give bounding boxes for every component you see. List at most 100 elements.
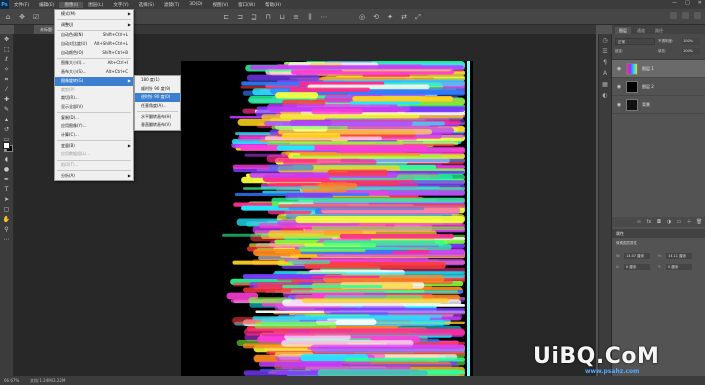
visibility-eye-icon[interactable]: ◉ <box>615 66 623 72</box>
move-tool-icon[interactable]: ✥ <box>18 13 26 21</box>
image-menu-item[interactable]: 画布大小(S)... Alt+Ctrl+C <box>55 68 133 77</box>
image-menu-item[interactable]: 调整(J) ▶ <box>55 21 133 30</box>
brush-tool-icon[interactable]: ✎ <box>2 105 11 114</box>
image-menu-item[interactable]: 分析(A) ▶ <box>55 172 133 181</box>
image-menu-item[interactable]: 自动颜色(O) Shift+Ctrl+B <box>55 49 133 58</box>
height-field[interactable]: 14.11 厘米 <box>666 253 692 259</box>
layer-row[interactable]: ◉ 背景 <box>612 96 705 114</box>
character-icon[interactable]: A <box>601 70 609 78</box>
align-middle-icon[interactable]: ⊔ <box>278 13 286 21</box>
share-icon[interactable] <box>694 12 701 19</box>
foreground-color-swatch[interactable] <box>3 142 10 149</box>
more-tools-icon[interactable]: ⋯ <box>2 235 11 244</box>
dodge-tool-icon[interactable]: ● <box>2 165 11 174</box>
3d-scale-icon[interactable]: ⤢ <box>414 13 422 21</box>
document-info[interactable]: 文档:1.24M/3.22M <box>30 378 65 383</box>
menu-6[interactable]: 滤镜(T) <box>159 2 184 8</box>
tab-channels[interactable]: 通道 <box>633 27 649 34</box>
home-icon[interactable]: ⌂ <box>4 13 12 21</box>
distribute-icon[interactable]: ≡ <box>292 13 300 21</box>
zoom-level[interactable]: 66.67% <box>4 376 19 385</box>
crop-tool-icon[interactable]: ⌗ <box>2 75 11 84</box>
eyedropper-icon[interactable]: ⁄ <box>2 85 11 94</box>
hand-tool-icon[interactable]: ✋ <box>2 215 11 224</box>
lasso-tool-icon[interactable]: ℓ <box>2 55 11 64</box>
3d-drag-icon[interactable]: ✦ <box>386 13 394 21</box>
align-left-icon[interactable]: ⊏ <box>222 13 230 21</box>
rotation-menu-item[interactable]: 180 度(1) <box>135 76 180 85</box>
menu-1[interactable]: 编辑(E) <box>34 2 59 8</box>
fill-field[interactable]: 100% <box>682 48 700 55</box>
search-icon[interactable] <box>670 12 677 19</box>
image-menu-item[interactable]: 变量(B) ▶ <box>55 142 133 151</box>
image-menu-item[interactable]: 图像旋转(G) ▶ <box>55 76 133 86</box>
y-field[interactable]: 0 厘米 <box>666 264 692 270</box>
menu-5[interactable]: 选择(S) <box>134 2 159 8</box>
zoom-tool-icon[interactable]: ⚲ <box>2 225 11 234</box>
pen-tool-icon[interactable]: ✒ <box>2 175 11 184</box>
new-group-icon[interactable]: ▭ <box>676 219 682 225</box>
layer-name[interactable]: 背景 <box>642 102 650 108</box>
menu-2[interactable]: 图像(I) <box>59 1 84 8</box>
auto-select-checkbox[interactable]: ☑ <box>32 13 40 21</box>
3d-roll-icon[interactable]: ⟲ <box>372 13 380 21</box>
adjustments-icon[interactable]: ◐ <box>601 92 609 100</box>
document-canvas[interactable] <box>181 61 473 385</box>
visibility-eye-icon[interactable]: ◉ <box>615 84 623 90</box>
adjustment-layer-icon[interactable]: ◑ <box>666 219 672 225</box>
shape-tool-icon[interactable]: ▢ <box>2 205 11 214</box>
image-menu-item[interactable]: 计算(C)... <box>55 131 133 140</box>
visibility-eye-icon[interactable]: ◉ <box>615 102 623 108</box>
maximize-button[interactable]: □ <box>685 0 690 6</box>
menu-9[interactable]: 窗口(W) <box>233 2 260 8</box>
distribute-h-icon[interactable]: ⫼ <box>306 13 314 21</box>
minimize-button[interactable]: — <box>672 0 677 6</box>
image-menu-item[interactable]: 应用图像(Y)... <box>55 122 133 131</box>
rotation-menu-item[interactable]: 任意角度(A)... <box>135 102 180 111</box>
3d-slide-icon[interactable]: ⇄ <box>400 13 408 21</box>
menu-10[interactable]: 帮助(H) <box>260 2 286 8</box>
path-select-icon[interactable]: ➤ <box>2 195 11 204</box>
menu-4[interactable]: 文字(Y) <box>108 2 133 8</box>
image-menu-item[interactable]: 显示全部(V) <box>55 103 133 112</box>
image-menu-item[interactable]: 自动对比度(U) Alt+Shift+Ctrl+L <box>55 40 133 49</box>
layer-name[interactable]: 图层 2 <box>642 84 654 90</box>
marquee-tool-icon[interactable]: ⬚ <box>2 45 11 54</box>
add-mask-icon[interactable]: ◘ <box>656 219 662 225</box>
history-icon[interactable]: ◷ <box>601 37 609 45</box>
menu-0[interactable]: 文件(F) <box>9 2 34 8</box>
menu-8[interactable]: 视图(V) <box>208 2 234 8</box>
layer-row[interactable]: ◉ 图层 2 <box>612 78 705 96</box>
more-options-icon[interactable]: ⋯ <box>320 13 328 21</box>
tab-layers[interactable]: 图层 <box>615 27 631 34</box>
rotation-menu-item[interactable]: 水平翻转画布(H) <box>135 113 180 122</box>
swatches-icon[interactable]: ▦ <box>601 81 609 89</box>
3d-mode-icon[interactable]: ◎ <box>358 13 366 21</box>
workspace-icon[interactable] <box>682 12 689 19</box>
type-tool-icon[interactable]: T <box>2 185 11 194</box>
blur-tool-icon[interactable]: ◖ <box>2 155 11 164</box>
delete-layer-icon[interactable]: 🗑 <box>696 219 702 225</box>
image-menu-item[interactable]: 裁切(R)... <box>55 94 133 103</box>
x-field[interactable]: 0 厘米 <box>624 264 650 270</box>
move-tool-icon[interactable]: ✥ <box>2 35 11 44</box>
history-brush-icon[interactable]: ↺ <box>2 125 11 134</box>
blend-mode-select[interactable]: 正常 <box>615 38 655 45</box>
opacity-field[interactable]: 100% <box>682 38 700 45</box>
new-layer-icon[interactable]: ＋ <box>686 219 692 225</box>
paragraph-icon[interactable]: ¶ <box>601 59 609 67</box>
layer-row[interactable]: ◉ 图层 1 <box>612 60 705 78</box>
width-field[interactable]: 14.07 厘米 <box>624 253 650 259</box>
tab-paths[interactable]: 路径 <box>651 27 667 34</box>
align-center-icon[interactable]: ⊐ <box>236 13 244 21</box>
menu-3[interactable]: 图层(L) <box>83 2 108 8</box>
image-menu-item[interactable]: 图像大小(I)... Alt+Ctrl+I <box>55 59 133 68</box>
stamp-tool-icon[interactable]: ▴ <box>2 115 11 124</box>
properties-icon[interactable]: ☰ <box>601 48 609 56</box>
image-menu-item[interactable]: 模式(M) ▶ <box>55 10 133 19</box>
link-layers-icon[interactable]: ∞ <box>636 219 642 225</box>
layer-style-icon[interactable]: fx <box>646 219 652 225</box>
layer-name[interactable]: 图层 1 <box>642 66 654 72</box>
image-menu-item[interactable]: 复制(D)... <box>55 114 133 123</box>
rotation-menu-item[interactable]: 顺时针 90 度(9) <box>135 85 180 94</box>
